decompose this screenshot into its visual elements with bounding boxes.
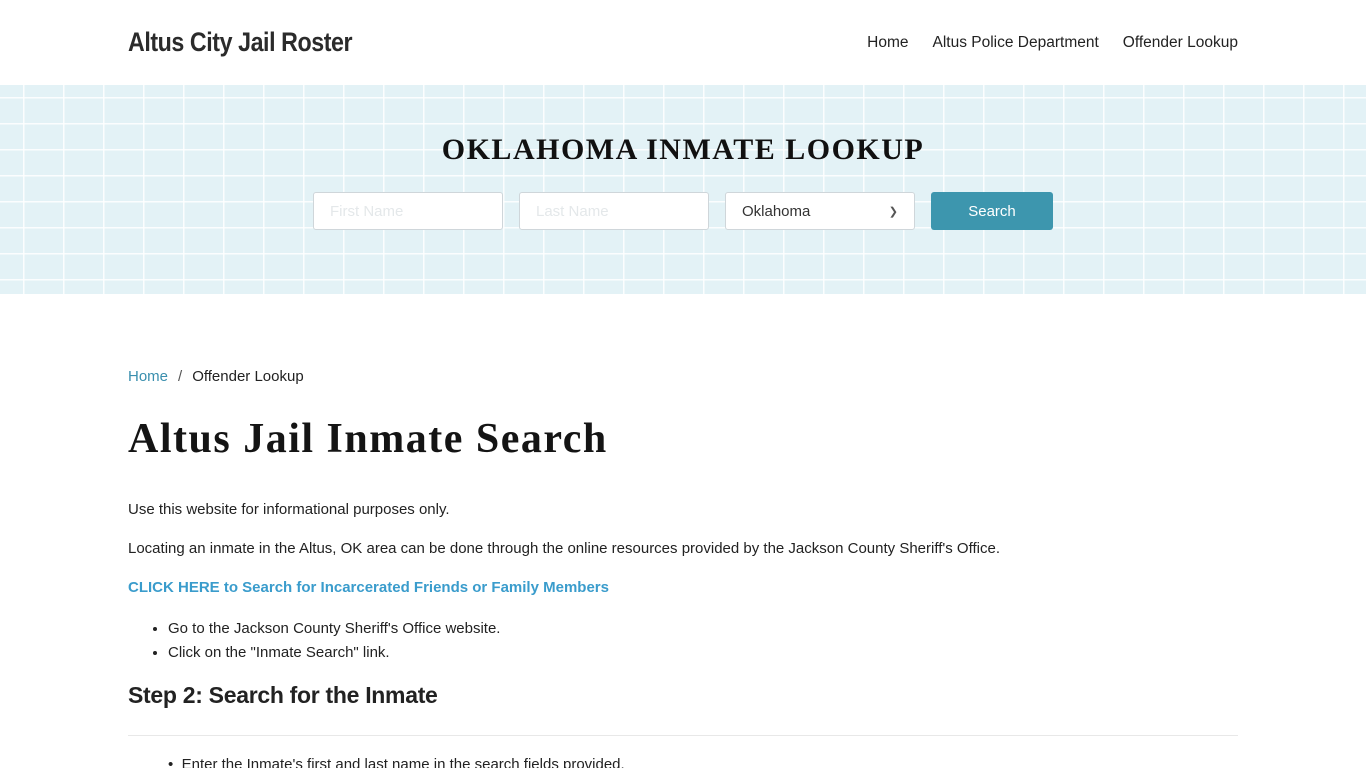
intro-paragraph: Locating an inmate in the Altus, OK area… <box>128 540 1001 557</box>
inmate-search-form: Oklahoma ❯ Search <box>313 192 1053 230</box>
disclaimer-paragraph: Use this website for informational purpo… <box>128 501 450 518</box>
section-divider <box>128 735 1238 736</box>
breadcrumb: Home / Offender Lookup <box>128 368 1238 385</box>
breadcrumb-separator: / <box>178 368 183 385</box>
inmate-lookup-hero: OKLAHOMA INMATE LOOKUP Oklahoma ❯ Search <box>0 85 1366 294</box>
site-brand-link[interactable]: Altus City Jail Roster <box>128 27 353 58</box>
list-item: Go to the Jackson County Sheriff's Offic… <box>168 617 1238 641</box>
page-title: Altus Jail Inmate Search <box>128 416 608 462</box>
last-name-input[interactable] <box>519 192 709 230</box>
hero-title: OKLAHOMA INMATE LOOKUP <box>441 133 925 166</box>
nav-offender-lookup[interactable]: Offender Lookup <box>1123 34 1238 52</box>
state-select[interactable]: Oklahoma ❯ <box>725 192 915 230</box>
list-item: Enter the Inmate's first and last name i… <box>181 756 625 768</box>
nav-home[interactable]: Home <box>867 34 908 52</box>
step1-list: Go to the Jackson County Sheriff's Offic… <box>128 617 1238 665</box>
nav-altus-police-department[interactable]: Altus Police Department <box>933 34 1099 52</box>
step2-list-item-partial: • Enter the Inmate's first and last name… <box>128 756 1238 768</box>
step2-heading: Step 2: Search for the Inmate <box>128 682 438 708</box>
first-name-input[interactable] <box>313 192 503 230</box>
site-header: Altus City Jail Roster Home Altus Police… <box>0 0 1366 85</box>
breadcrumb-current: Offender Lookup <box>192 368 304 385</box>
state-select-value: Oklahoma <box>742 202 811 220</box>
chevron-down-icon: ❯ <box>888 205 898 218</box>
search-incarcerated-link[interactable]: CLICK HERE to Search for Incarcerated Fr… <box>128 579 1238 596</box>
main-nav: Home Altus Police Department Offender Lo… <box>867 34 1238 52</box>
list-item: Click on the "Inmate Search" link. <box>168 641 1238 665</box>
breadcrumb-home[interactable]: Home <box>128 368 168 385</box>
search-button[interactable]: Search <box>931 192 1053 230</box>
main-content: Home / Offender Lookup Altus Jail Inmate… <box>0 368 1366 768</box>
